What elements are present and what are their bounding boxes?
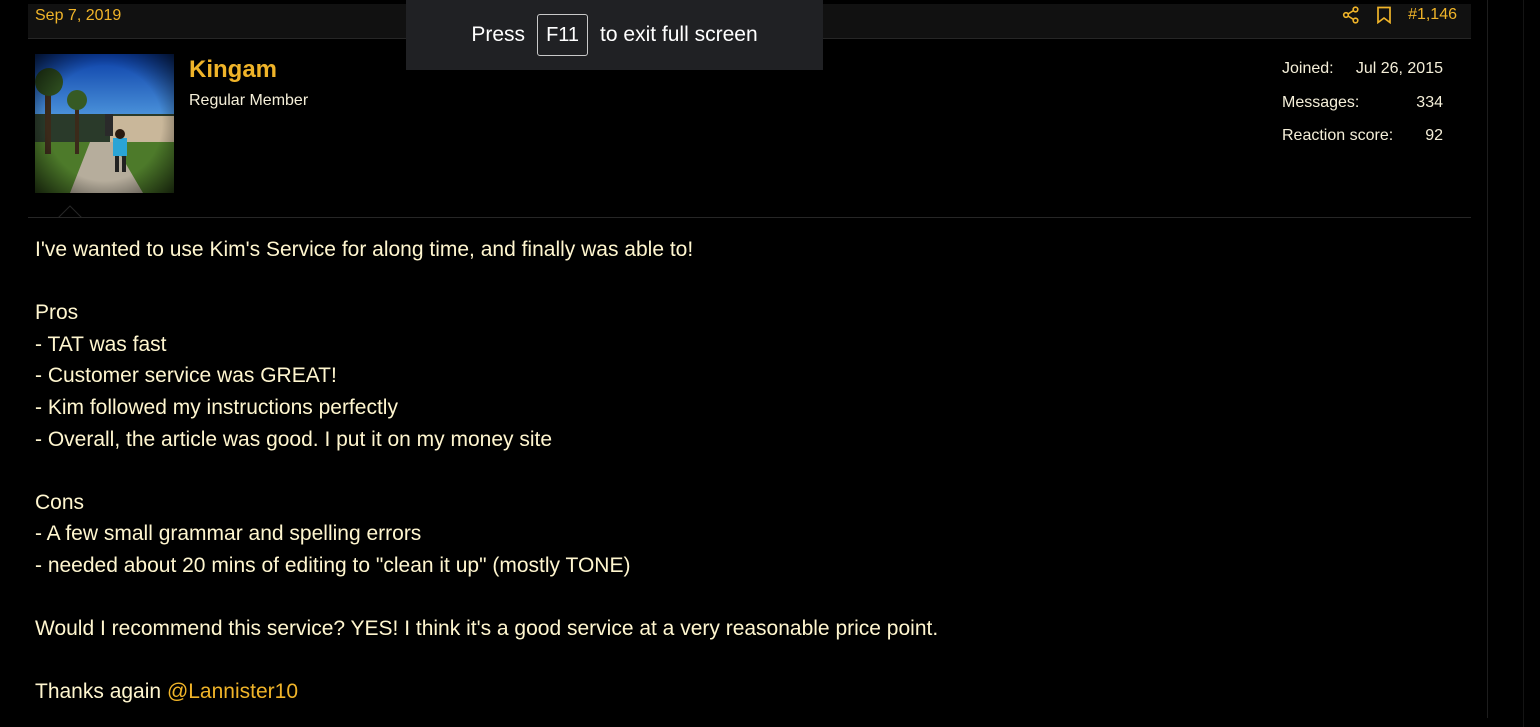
messages-label: Messages: (1282, 93, 1360, 111)
pros-heading: Pros (35, 301, 79, 325)
cons-item: - needed about 20 mins of editing to "cl… (35, 553, 631, 577)
page-scrollbar[interactable] (1523, 0, 1540, 727)
fullscreen-key: F11 (537, 14, 589, 56)
pros-item: - TAT was fast (35, 332, 167, 356)
pros-item: - Kim followed my instructions perfectly (35, 395, 398, 419)
joined-value: Jul 26, 2015 (1355, 60, 1443, 77)
user-mention-link[interactable]: @Lannister10 (167, 680, 298, 703)
post-tools: #1,146 (1342, 6, 1457, 24)
message-recommendation: Would I recommend this service? YES! I t… (35, 617, 939, 641)
pros-item: - Overall, the article was good. I put i… (35, 427, 553, 451)
message-thanks-line: Thanks again @Lannister10 (35, 676, 938, 708)
reaction-score-value: 92 (1425, 127, 1443, 144)
reaction-score-label: Reaction score: (1282, 127, 1394, 144)
user-message-divider (28, 217, 1471, 218)
message-body: I've wanted to use Kim's Service for alo… (35, 234, 938, 708)
share-icon[interactable] (1342, 6, 1360, 24)
message-arrow (58, 205, 82, 218)
post-number-link[interactable]: #1,146 (1408, 6, 1457, 24)
cons-heading: Cons (35, 490, 85, 514)
content-edge (1487, 0, 1488, 718)
message-intro: I've wanted to use Kim's Service for alo… (35, 238, 694, 261)
bookmark-icon[interactable] (1376, 6, 1392, 24)
user-title: Regular Member (189, 92, 309, 109)
avatar[interactable] (35, 54, 174, 193)
username[interactable]: Kingam (189, 56, 277, 84)
thanks-text: Thanks again (35, 680, 162, 704)
user-stats: Joined: Jul 26, 2015 Messages: 334 React… (1282, 60, 1443, 161)
post-date[interactable]: Sep 7, 2019 (35, 7, 121, 25)
pros-item: - Customer service was GREAT! (35, 364, 337, 388)
stat-messages: Messages: 334 (1282, 94, 1443, 128)
fullscreen-press-text: Press (471, 23, 526, 46)
fullscreen-exit-text: to exit full screen (600, 23, 758, 46)
stat-joined: Joined: Jul 26, 2015 (1282, 60, 1443, 94)
stat-reaction-score: Reaction score: 92 (1282, 127, 1443, 161)
fullscreen-notice: Press F11 to exit full screen (406, 0, 823, 70)
messages-value[interactable]: 334 (1416, 94, 1443, 128)
cons-item: - A few small grammar and spelling error… (35, 522, 422, 546)
joined-label: Joined: (1282, 60, 1334, 77)
